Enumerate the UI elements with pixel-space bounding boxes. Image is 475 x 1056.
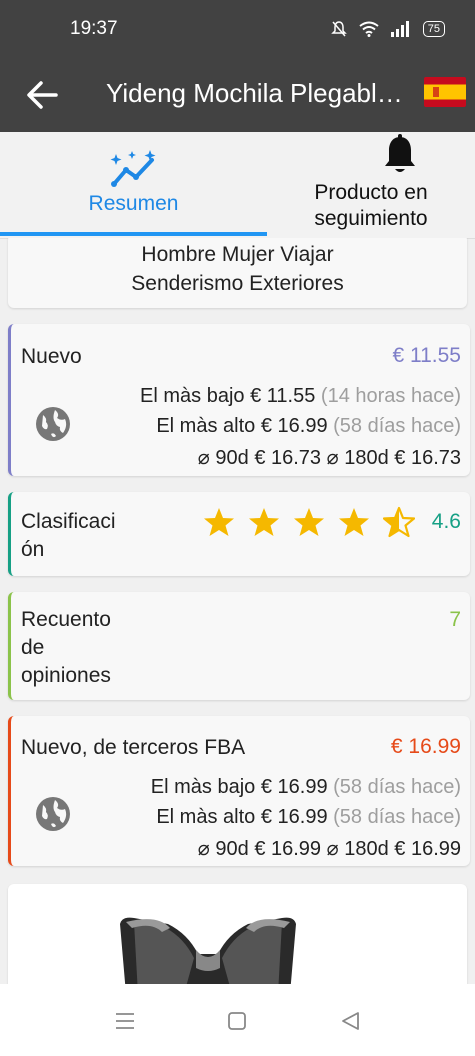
globe-icon[interactable] (35, 796, 71, 832)
product-title-line2: Senderismo Exteriores (131, 272, 344, 295)
fba-price: € 16.99 (390, 735, 461, 758)
home-icon[interactable] (224, 1010, 250, 1032)
fba-lowest-row: El màs bajo € 16.99 (58 días hace) (151, 776, 461, 799)
product-image (120, 917, 296, 984)
tab-seguimiento-line2: seguimiento (314, 207, 428, 230)
price-card-nuevo[interactable]: Nuevo € 11.55 El màs bajo € 11.55 (14 ho… (8, 324, 470, 476)
rating-card[interactable]: Clasificaci ón 4.6 (8, 492, 470, 576)
product-title-card: Hombre Mujer Viajar Senderismo Exteriore… (8, 238, 467, 308)
star-full-icon (339, 508, 369, 536)
signal-icon (390, 21, 409, 37)
rating-label-line1: Clasificaci (21, 510, 116, 533)
star-full-icon (204, 508, 234, 536)
menu-icon[interactable] (112, 1010, 138, 1032)
fba-avg180-label: ⌀ 180d (326, 838, 389, 860)
app-bar: Yideng Mochila Plegable Ultraligera de 3… (0, 60, 475, 132)
spain-flag-icon[interactable] (424, 77, 466, 107)
nuevo-lowest-price: € 11.55 (250, 385, 316, 407)
nuevo-label: Nuevo (21, 345, 82, 368)
nuevo-lowest-label: El màs bajo (140, 385, 245, 407)
back-arrow-icon[interactable] (22, 74, 64, 116)
fba-lowest-label: El màs bajo (150, 776, 256, 798)
rating-stars (203, 506, 415, 538)
star-full-icon (294, 508, 324, 536)
reviews-count: 7 (449, 608, 461, 631)
tab-seguimiento-label: Producto en seguimiento (267, 180, 475, 232)
fba-avg90-value: € 16.99 (254, 838, 322, 860)
fba-highest-when: (58 días hace) (333, 806, 461, 828)
nuevo-highest-when: (58 días hace) (333, 415, 461, 437)
tab-seguimiento-line1: Producto en (314, 181, 428, 204)
reviews-count-card[interactable]: Recuento de opiniones 7 (8, 592, 470, 700)
battery-indicator: 75 (422, 21, 445, 37)
nuevo-highest-price: € 16.99 (260, 415, 328, 437)
tab-producto-seguimiento[interactable]: Producto en seguimiento (267, 132, 475, 238)
status-icons: 75 (330, 20, 445, 38)
tab-bar: Resumen Producto en seguimiento (0, 132, 475, 239)
mute-icon (330, 21, 347, 37)
summary-content[interactable]: Hombre Mujer Viajar Senderismo Exteriore… (0, 238, 475, 984)
tab-resumen[interactable]: Resumen (0, 132, 267, 238)
reviews-label-line1: Recuento (21, 608, 111, 631)
globe-icon[interactable] (35, 406, 71, 442)
fba-lowest-when: (58 días hace) (333, 776, 461, 798)
nuevo-average-row: ⌀ 90d € 16.73 ⌀ 180d € 16.73 (198, 445, 461, 470)
trend-sparkle-icon (110, 150, 156, 187)
page-title: Yideng Mochila Plegable Ultraligera de 3… (106, 78, 410, 108)
fba-highest-label: El màs alto (156, 806, 256, 828)
price-card-fba[interactable]: Nuevo, de terceros FBA € 16.99 El màs ba… (8, 716, 470, 866)
back-icon[interactable] (338, 1010, 364, 1032)
status-bar: 19:37 75 (0, 0, 475, 60)
fba-highest-price: € 16.99 (260, 806, 328, 828)
nuevo-highest-label: El màs alto (156, 415, 256, 437)
nuevo-avg90-label: ⌀ 90d (197, 447, 249, 469)
fba-highest-row: El màs alto € 16.99 (58 días hace) (156, 806, 461, 829)
nuevo-avg90-value: € 16.73 (254, 447, 322, 469)
star-full-icon (249, 508, 279, 536)
rating-label-line2: ón (21, 538, 45, 561)
nuevo-price: € 11.55 (392, 344, 461, 367)
nuevo-highest-row: El màs alto € 16.99 (58 días hace) (156, 415, 461, 438)
tab-resumen-label: Resumen (88, 192, 179, 215)
fba-label: Nuevo, de terceros FBA (21, 736, 246, 759)
rating-label: Clasificaci ón (21, 508, 116, 564)
nuevo-lowest-when: (14 horas hace) (320, 385, 461, 407)
reviews-label-line3: opiniones (21, 664, 111, 687)
active-tab-indicator (0, 232, 267, 236)
fba-lowest-price: € 16.99 (260, 776, 328, 798)
nuevo-avg180-label: ⌀ 180d (326, 447, 389, 469)
fba-avg90-label: ⌀ 90d (197, 838, 249, 860)
star-half-icon (383, 506, 415, 538)
product-title-line1: Hombre Mujer Viajar (141, 243, 334, 266)
reviews-label: Recuento de opiniones (21, 606, 111, 690)
bell-icon (385, 134, 415, 172)
system-navigation-bar (0, 984, 475, 1056)
fba-avg180-value: € 16.99 (394, 838, 461, 860)
fba-average-row: ⌀ 90d € 16.99 ⌀ 180d € 16.99 (198, 836, 461, 861)
status-time: 19:37 (70, 18, 118, 39)
product-image-card[interactable] (8, 884, 467, 984)
rating-value: 4.6 (431, 510, 461, 533)
reviews-label-line2: de (21, 636, 45, 659)
nuevo-avg180-value: € 16.73 (394, 447, 461, 469)
nuevo-lowest-row: El màs bajo € 11.55 (14 horas hace) (140, 385, 461, 408)
wifi-icon (359, 21, 379, 37)
